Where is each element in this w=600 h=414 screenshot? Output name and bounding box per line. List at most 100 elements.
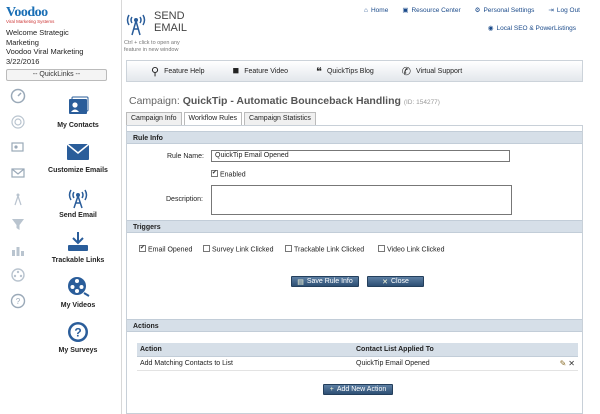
personal-settings-link[interactable]: ⚙ Personal Settings	[474, 6, 535, 15]
row-tools: ✎ ✕	[548, 356, 578, 371]
workflow-rule-panel: Rule Info Rule Name: QuickTip Email Open…	[126, 125, 583, 414]
table-row: Add Matching Contacts to List QuickTip E…	[137, 356, 578, 371]
rule-info-heading: Rule Info	[127, 131, 582, 144]
left-icon-rail: ?	[8, 86, 32, 316]
home-link[interactable]: ⌂ Home	[364, 6, 388, 14]
film-reel-icon	[66, 275, 90, 299]
nav-item-my-videos[interactable]: My Videos	[38, 266, 118, 311]
dashboard-icon[interactable]	[8, 86, 28, 106]
chart-icon[interactable]	[8, 240, 28, 260]
triggers-heading: Triggers	[127, 220, 582, 233]
edit-pencil-icon[interactable]: ✎	[560, 359, 567, 368]
nav-label: Trackable Links	[51, 257, 105, 264]
svg-text:?: ?	[16, 297, 21, 306]
globe-icon: ◉	[487, 25, 494, 32]
top-links: ⌂ Home ▣ Resource Center ⚙ Personal Setting…	[364, 6, 580, 15]
video-camera-icon: ■	[232, 65, 240, 77]
envelope-icon	[66, 140, 90, 164]
column-header: Contact List Applied To	[353, 343, 548, 357]
close-icon: ✕	[382, 278, 388, 286]
trigger-checkbox[interactable]	[203, 245, 210, 252]
resource-icon: ▣	[402, 7, 409, 14]
blog-icon: ❝	[316, 65, 322, 78]
nav-label: Customize Emails	[48, 167, 108, 174]
plus-icon: +	[329, 386, 334, 393]
page-title: SEND EMAIL	[154, 10, 188, 34]
enabled-checkbox-row[interactable]: Enabled	[211, 170, 246, 178]
home-icon: ⌂	[364, 6, 368, 14]
feature-toolbar: ⚲ Feature Help ■ Feature Video ❝ QuickTips …	[126, 60, 583, 82]
campaign-id: (ID: 154277)	[403, 99, 440, 106]
nav-label: My Surveys	[58, 347, 98, 354]
column-header: Action	[137, 343, 353, 357]
rule-name-input[interactable]: QuickTip Email Opened	[211, 150, 510, 162]
gear-icon: ⚙	[474, 7, 481, 14]
broadcast-icon	[66, 185, 90, 209]
table-header-row: Action Contact List Applied To	[137, 343, 578, 357]
feature-help-button[interactable]: ⚲ Feature Help	[151, 65, 205, 78]
close-button[interactable]: ✕ Close	[367, 276, 424, 287]
target-icon[interactable]	[8, 112, 28, 132]
contacts-icon[interactable]	[8, 137, 28, 157]
quicktips-blog-button[interactable]: ❝ QuickTips Blog	[316, 65, 374, 78]
tab-campaign-info[interactable]: Campaign Info	[126, 112, 182, 125]
help-icon[interactable]: ?	[8, 291, 28, 311]
welcome-line: Welcome Strategic	[6, 28, 69, 37]
email-icon[interactable]	[8, 163, 28, 183]
add-new-action-button[interactable]: + Add New Action	[323, 384, 393, 395]
tab-workflow-rules[interactable]: Workflow Rules	[183, 112, 243, 125]
welcome-line: Marketing	[6, 37, 39, 47]
welcome-block: Welcome Strategic Marketing Voodoo Viral…	[6, 28, 83, 66]
campaign-tabs: Campaign Info Workflow Rules Campaign St…	[126, 112, 316, 125]
page-header: SEND EMAIL Ctrl + click to open any feat…	[122, 8, 232, 58]
brand-tagline: Viral Marketing Systems	[6, 19, 55, 24]
broadcast-icon[interactable]	[8, 188, 28, 208]
virtual-support-button[interactable]: ✆ Virtual Support	[402, 65, 462, 78]
welcome-date: 3/22/2016	[6, 56, 40, 66]
feature-video-button[interactable]: ■ Feature Video	[233, 65, 289, 77]
trigger-trackable-link-clicked[interactable]: Trackable Link Clicked	[285, 245, 364, 253]
funnel-icon[interactable]	[8, 214, 28, 234]
nav-item-my-surveys[interactable]: ? My Surveys	[38, 311, 118, 356]
nav-item-trackable-links[interactable]: Trackable Links	[38, 221, 118, 266]
action-cell: Add Matching Contacts to List	[137, 356, 353, 371]
save-rule-info-button[interactable]: ▤ Save Rule Info	[291, 276, 359, 287]
broadcast-icon	[126, 14, 146, 36]
left-sidebar: Voodoo Viral Marketing Systems Welcome S…	[0, 0, 122, 414]
delete-x-icon[interactable]: ✕	[568, 359, 575, 368]
description-textarea[interactable]	[211, 185, 512, 215]
resource-center-link[interactable]: ▣ Resource Center	[402, 6, 460, 15]
enabled-checkbox[interactable]	[211, 170, 218, 177]
trigger-checkbox[interactable]	[285, 245, 292, 252]
trigger-checkbox[interactable]	[378, 245, 385, 252]
svg-text:?: ?	[74, 326, 81, 340]
trigger-video-link-clicked[interactable]: Video Link Clicked	[378, 245, 444, 253]
description-label: Description:	[166, 196, 203, 203]
welcome-line: Voodoo Viral Marketing	[6, 47, 84, 57]
nav-item-my-contacts[interactable]: My Contacts	[38, 86, 118, 131]
rule-name-label: Rule Name:	[167, 153, 204, 160]
column-header-tools	[548, 343, 578, 357]
trigger-survey-link-clicked[interactable]: Survey Link Clicked	[203, 245, 273, 253]
download-icon	[66, 230, 90, 254]
nav-label: My Contacts	[57, 122, 99, 129]
trigger-email-opened[interactable]: Email Opened	[139, 245, 192, 253]
trigger-checkbox[interactable]	[139, 245, 146, 252]
quicklinks-select[interactable]: -- QuickLinks --	[6, 69, 107, 81]
phone-icon: ✆	[401, 65, 411, 78]
contacts-icon	[66, 95, 90, 119]
logout-icon: ⇥	[548, 7, 554, 14]
save-icon: ▤	[297, 278, 304, 286]
logo[interactable]: Voodoo Viral Marketing Systems	[6, 5, 62, 29]
campaign-title: Campaign: QuickTip - Automatic Bouncebac…	[129, 95, 440, 107]
question-icon: ?	[66, 320, 90, 344]
nav-item-customize-emails[interactable]: Customize Emails	[38, 131, 118, 176]
local-seo-link[interactable]: ◉ Local SEO & PowerListings	[487, 24, 576, 33]
list-cell: QuickTip Email Opened	[353, 356, 548, 371]
film-icon[interactable]	[8, 265, 28, 285]
ctrl-click-hint: Ctrl + click to open any feature in new …	[124, 40, 180, 53]
log-out-link[interactable]: ⇥ Log Out	[548, 6, 580, 15]
nav-item-send-email[interactable]: Send Email	[38, 176, 118, 221]
tab-campaign-statistics[interactable]: Campaign Statistics	[244, 112, 316, 125]
nav-label: My Videos	[60, 302, 96, 309]
